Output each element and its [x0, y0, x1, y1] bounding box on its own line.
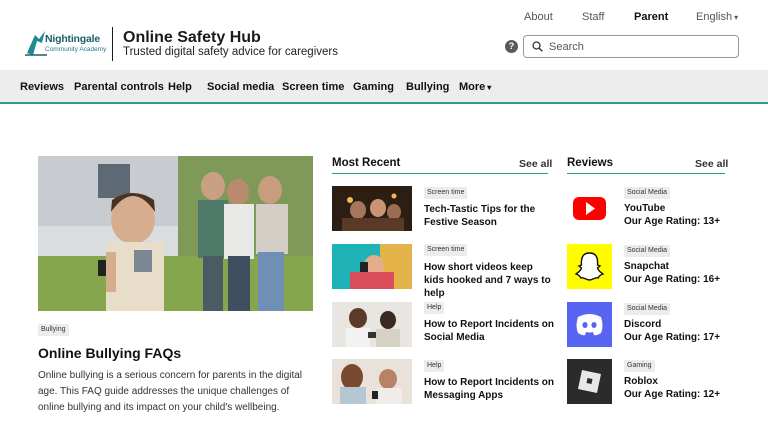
review-tag: Social Media — [624, 187, 671, 199]
language-label: English — [696, 11, 733, 23]
chevron-down-icon: ▾ — [487, 83, 492, 92]
top-nav-parent[interactable]: Parent — [634, 11, 668, 23]
article-thumbnail — [332, 359, 412, 404]
review-tag: Social Media — [624, 245, 671, 257]
site-header: Nightingale Community Academy Online Saf… — [0, 0, 768, 70]
article-title[interactable]: How to Report Incidents on Social Media — [424, 318, 554, 344]
article-tag: Screen time — [424, 187, 468, 199]
site-title[interactable]: Online Safety Hub — [123, 29, 261, 47]
header-divider — [112, 27, 113, 61]
featured-tag[interactable]: Bullying — [38, 324, 69, 336]
review-name[interactable]: Discord — [624, 319, 661, 330]
review-tag: Social Media — [624, 303, 671, 315]
review-age-rating: Our Age Rating: 12+ — [624, 389, 721, 400]
reviews-rule — [567, 173, 725, 174]
logo-subtitle: Community Academy — [45, 46, 107, 53]
nav-item-social-media[interactable]: Social media — [207, 81, 274, 93]
review-name[interactable]: YouTube — [624, 203, 665, 214]
nav-item-help[interactable]: Help — [168, 81, 192, 93]
top-nav-about[interactable]: About — [524, 11, 553, 23]
discord-icon — [567, 302, 612, 347]
search-box[interactable] — [523, 35, 739, 58]
nav-item-reviews[interactable]: Reviews — [20, 81, 64, 93]
review-name[interactable]: Snapchat — [624, 261, 669, 272]
language-selector[interactable]: English ▾ — [696, 11, 738, 23]
review-age-rating: Our Age Rating: 16+ — [624, 274, 721, 285]
nav-item-more[interactable]: More ▾ — [459, 81, 491, 93]
teen-using-phone-photo — [38, 156, 313, 311]
most-recent-rule — [332, 173, 548, 174]
article-tag: Screen time — [424, 244, 468, 256]
chevron-down-icon: ▾ — [734, 13, 739, 22]
article-tag: Help — [424, 302, 445, 314]
reviews-heading: Reviews — [567, 157, 614, 169]
featured-article-image[interactable] — [38, 156, 313, 311]
nav-item-bullying[interactable]: Bullying — [406, 81, 449, 93]
nav-item-parental-controls[interactable]: Parental controls — [74, 81, 164, 93]
article-thumbnail — [332, 186, 412, 231]
most-recent-heading: Most Recent — [332, 157, 401, 169]
most-recent-see-all[interactable]: See all — [519, 158, 552, 170]
site-subtitle: Trusted digital safety advice for caregi… — [123, 46, 338, 58]
snapchat-icon — [567, 244, 612, 289]
article-thumbnail — [332, 302, 412, 347]
review-name[interactable]: Roblox — [624, 376, 658, 387]
logo-name: Nightingale — [45, 33, 100, 45]
school-logo[interactable]: Nightingale Community Academy — [25, 29, 107, 59]
nav-item-gaming[interactable]: Gaming — [353, 81, 394, 93]
article-tag: Help — [424, 360, 445, 372]
review-age-rating: Our Age Rating: 13+ — [624, 216, 721, 227]
top-nav-staff[interactable]: Staff — [582, 11, 604, 23]
article-title[interactable]: Tech-Tastic Tips for the Festive Season — [424, 203, 554, 229]
featured-title[interactable]: Online Bullying FAQs — [38, 345, 181, 361]
reviews-see-all[interactable]: See all — [695, 158, 728, 170]
roblox-icon — [567, 359, 612, 404]
article-title[interactable]: How short videos keep kids hooked and 7 … — [424, 261, 554, 300]
review-age-rating: Our Age Rating: 17+ — [624, 332, 721, 343]
main-nav: Reviews Parental controls Help Social me… — [0, 70, 768, 104]
youtube-icon — [567, 186, 612, 231]
search-input[interactable] — [549, 39, 734, 54]
help-icon[interactable]: ? — [505, 40, 518, 53]
article-title[interactable]: How to Report Incidents on Messaging App… — [424, 376, 554, 402]
article-thumbnail — [332, 244, 412, 289]
nav-item-screen-time[interactable]: Screen time — [282, 81, 344, 93]
review-tag: Gaming — [624, 360, 655, 372]
nav-more-label: More — [459, 81, 486, 93]
search-icon — [532, 41, 543, 52]
nightingale-bird-icon — [25, 31, 47, 56]
featured-description: Online bullying is a serious concern for… — [38, 370, 303, 413]
